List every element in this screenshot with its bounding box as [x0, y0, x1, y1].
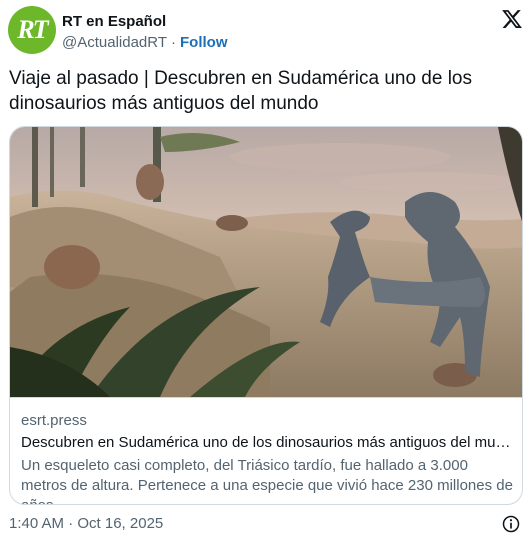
- card-description: Un esqueleto casi completo, del Triásico…: [21, 457, 513, 504]
- avatar[interactable]: RT: [8, 6, 56, 54]
- info-icon[interactable]: [501, 514, 521, 534]
- card-image[interactable]: [10, 127, 523, 397]
- timestamp[interactable]: 1:40 AM · Oct 16, 2025: [9, 515, 163, 532]
- card-body: esrt.press Descubren en Sudamérica uno d…: [10, 397, 522, 504]
- link-card[interactable]: esrt.press Descubren en Sudamérica uno d…: [9, 126, 523, 505]
- handle-row: @ActualidadRT · Follow: [62, 34, 228, 51]
- post-header: RT RT en Español @ActualidadRT · Follow: [8, 6, 523, 56]
- card-title[interactable]: Descubren en Sudamérica uno de los dinos…: [21, 434, 513, 451]
- separator: ·: [171, 34, 176, 51]
- card-domain: esrt.press: [21, 412, 87, 429]
- post-text: Viaje al pasado | Descubren en Sudaméric…: [9, 68, 472, 114]
- post-footer: 1:40 AM · Oct 16, 2025: [9, 514, 523, 536]
- author-handle[interactable]: @ActualidadRT: [62, 34, 167, 51]
- author-name[interactable]: RT en Español: [62, 13, 166, 30]
- follow-button[interactable]: Follow: [180, 34, 228, 51]
- x-logo-icon[interactable]: [501, 8, 523, 30]
- avatar-logo-text: RT: [17, 15, 48, 44]
